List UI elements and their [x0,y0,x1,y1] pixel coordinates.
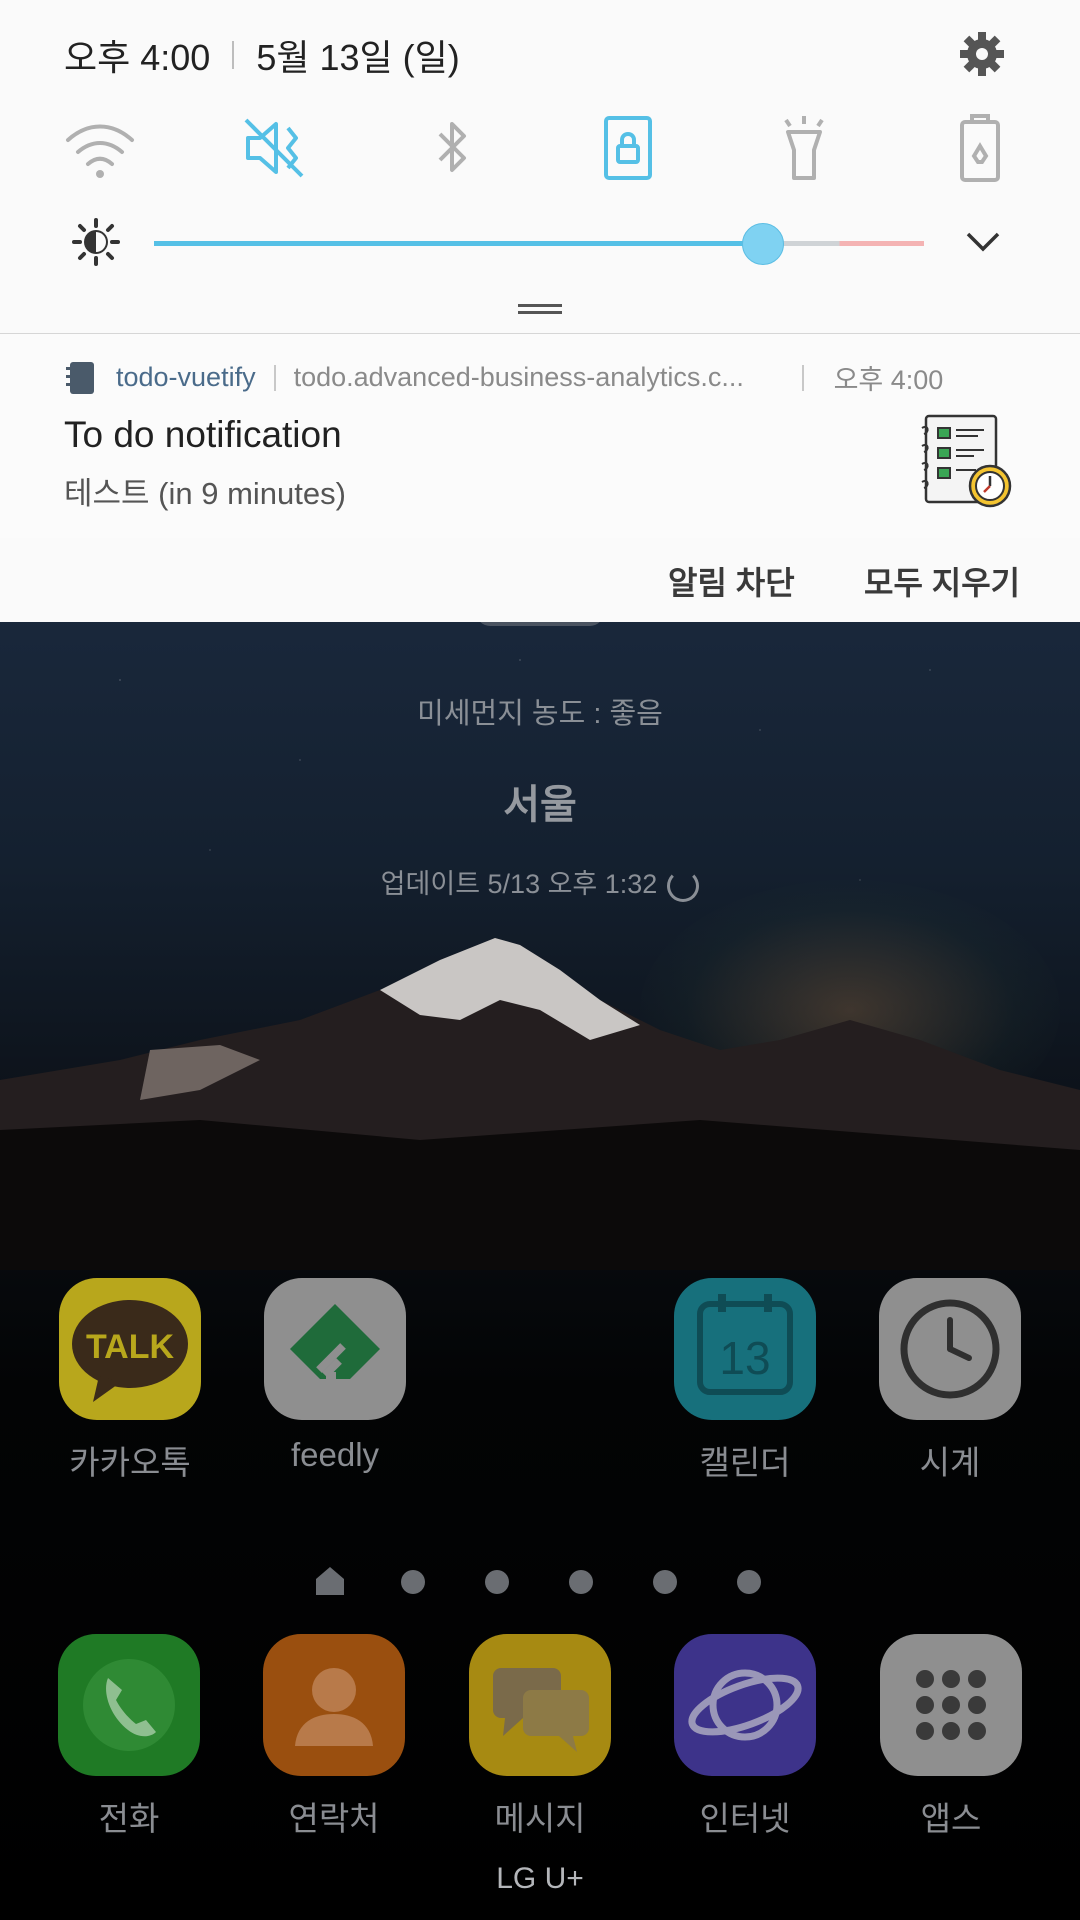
brightness-icon [72,218,120,266]
page-dot[interactable] [653,1570,677,1594]
app-label: 카카오톡 [69,1444,191,1481]
messages-icon [469,1634,611,1776]
dust-level-text: 미세먼지 농도 : 좋음 [417,698,663,730]
notification-header: todo-vuetify todo.advanced-business-anal… [64,358,943,397]
calendar-icon-date: 13 [719,1332,770,1384]
notebook-app-icon [66,361,94,394]
notification-body: 테스트 (in 9 minutes) [64,476,346,511]
app-label: 연락처 [288,1800,380,1837]
todo-checklist-icon [921,414,1012,508]
notification-time: 오후 4:00 [833,365,944,395]
page-indicator [314,1563,766,1597]
phone-icon [58,1634,200,1776]
app-kakaotalk[interactable]: TALK 카카오톡 [50,1278,210,1484]
calendar-icon: 13 [674,1278,816,1420]
updated-text: 업데이트 5/13 오후 1:32 [380,869,658,899]
apps-grid-icon [880,1634,1022,1776]
clear-all-button[interactable]: 모두 지우기 [864,558,1020,604]
app-feedly[interactable]: feedly [255,1278,415,1474]
header-divider [801,364,804,391]
status-time: 오후 4:00 [64,37,211,78]
power-saving-icon[interactable] [940,114,1020,182]
status-row: 오후 4:00 5월 13일 (일) [64,30,460,80]
app-label: 캘린더 [699,1444,791,1481]
clock-icon [879,1278,1021,1420]
app-label: 메시지 [494,1800,586,1837]
dock-apps[interactable]: 앱스 [871,1634,1031,1840]
app-label: feedly [290,1436,380,1473]
home-page-icon[interactable] [314,1565,346,1597]
notification-title: To do notification [64,414,342,455]
weather-updated[interactable]: 업데이트 5/13 오후 1:32 [0,862,1080,902]
chevron-down-icon[interactable] [962,222,1004,262]
wallpaper-mountain [0,938,1080,1270]
wifi-icon[interactable] [60,114,140,182]
brightness-slider[interactable] [154,223,924,265]
kakaotalk-icon-text: TALK [86,1328,175,1366]
internet-icon [674,1634,816,1776]
brightness-thumb[interactable] [742,223,785,265]
carrier-label: LG U+ [496,1862,584,1895]
page-dot[interactable] [401,1570,425,1594]
app-label: 시계 [919,1444,981,1481]
app-label: 인터넷 [699,1800,791,1837]
shade-handle[interactable] [518,304,562,314]
brightness-track [154,241,924,246]
status-date[interactable]: 5월 13일 (일) [256,29,459,81]
kakaotalk-icon: TALK [59,1278,201,1420]
page-dot[interactable] [569,1570,593,1594]
refresh-icon[interactable] [667,869,700,902]
notification-domain: todo.advanced-business-analytics.c... [293,362,744,392]
header-divider [273,364,276,391]
dock-phone[interactable]: 전화 [49,1634,209,1840]
mute-icon[interactable] [236,114,316,182]
bluetooth-icon[interactable] [412,114,492,182]
contacts-icon [263,1634,405,1776]
notification-shade: 오후 4:00 5월 13일 (일) todo-vuetify todo.adv… [0,0,1080,622]
notification-app-name: todo-vuetify [116,362,256,392]
flashlight-icon[interactable] [764,114,844,182]
rotation-lock-icon[interactable] [588,114,668,182]
app-clock[interactable]: 시계 [870,1278,1030,1484]
feedly-icon [264,1278,406,1420]
notification-actions: 알림 차단 모두 지우기 [0,538,1080,622]
app-label: 전화 [98,1800,160,1837]
city-name: 서울 [503,783,577,827]
page-dot[interactable] [485,1570,509,1594]
dock-messages[interactable]: 메시지 [460,1634,620,1840]
block-notifications-button[interactable]: 알림 차단 [668,558,795,604]
status-divider [232,41,235,69]
page-dot[interactable] [737,1570,761,1594]
settings-gear-icon[interactable] [956,28,1008,80]
app-label: 앱스 [920,1800,982,1837]
app-calendar[interactable]: 13 캘린더 [665,1278,825,1484]
notification-card[interactable]: todo-vuetify todo.advanced-business-anal… [0,333,1080,539]
dock-internet[interactable]: 인터넷 [665,1634,825,1840]
dock-contacts[interactable]: 연락처 [254,1634,414,1840]
